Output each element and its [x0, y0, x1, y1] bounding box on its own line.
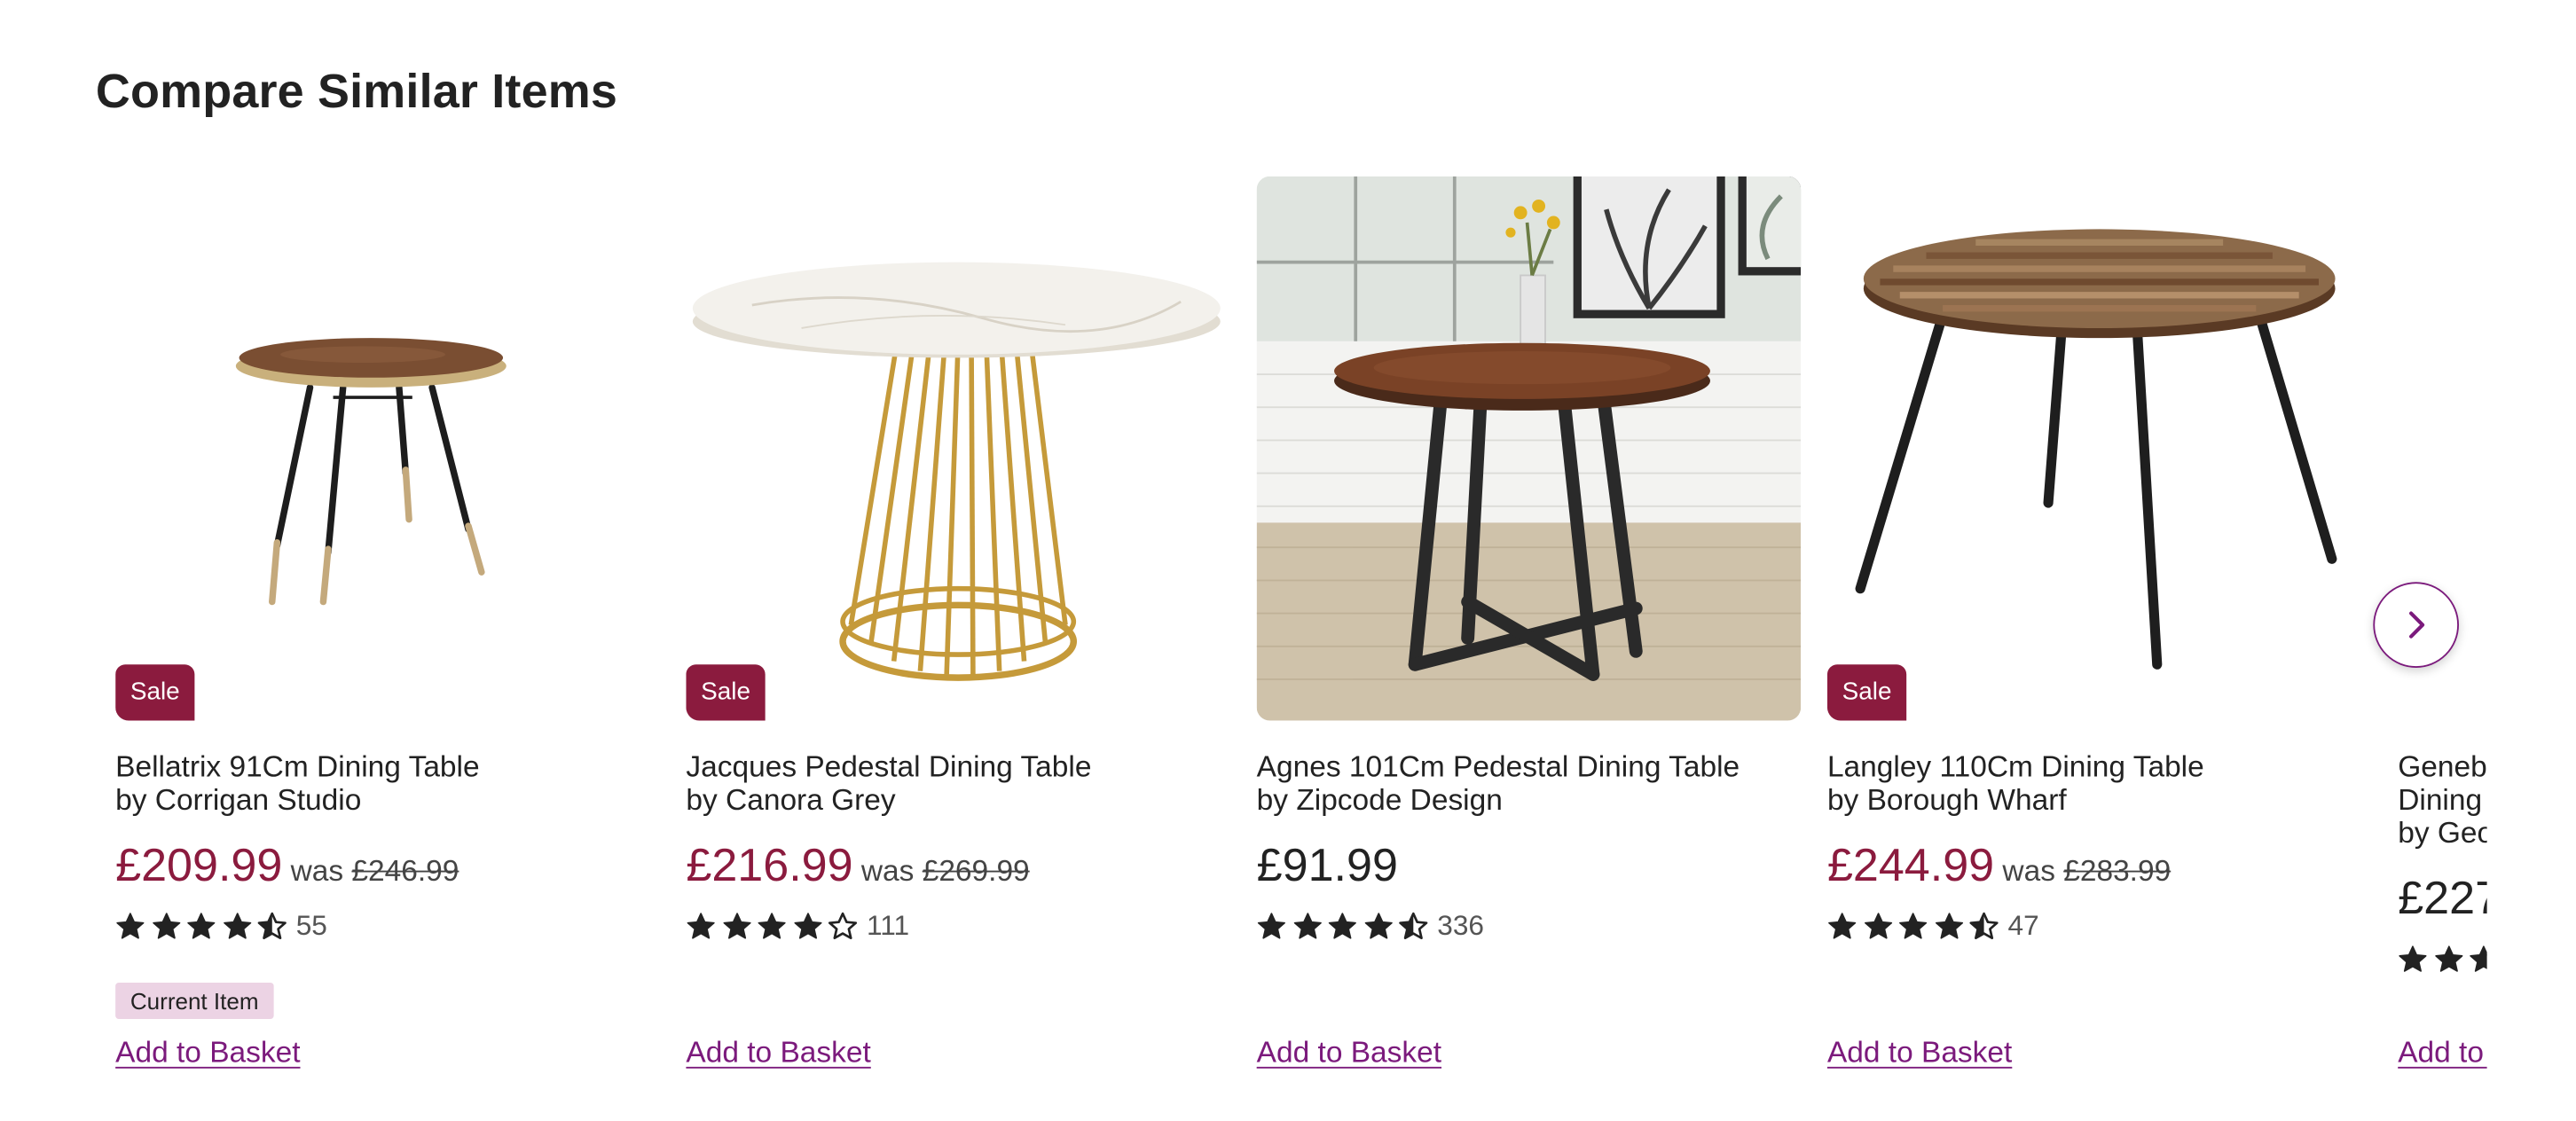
star-half-icon [1969, 912, 1999, 940]
rating-row[interactable]: 111 [686, 908, 1230, 945]
was-label: was [860, 854, 915, 888]
star-empty-icon [828, 912, 858, 940]
rating-row[interactable]: 55 [115, 908, 660, 945]
star-full-icon [687, 913, 715, 939]
star-rating [2398, 945, 2487, 974]
product-brand[interactable]: by Geo [2398, 816, 2486, 849]
star-full-icon [758, 913, 786, 939]
product-image[interactable]: Sale [1826, 176, 2372, 721]
rating-row[interactable] [2398, 942, 2487, 978]
product-name[interactable]: Jacques Pedestal Dining Table [686, 750, 1230, 783]
price-row: £227 [2398, 872, 2486, 931]
room-scene-pedestal-table-image [1256, 176, 1802, 721]
star-full-icon [1257, 913, 1285, 939]
product-card[interactable]: Sale Jacques Pedestal Dining Table by Ca… [686, 176, 1230, 1069]
star-full-icon [722, 913, 750, 939]
add-to-basket-link[interactable]: Add to Basket [686, 1036, 870, 1070]
product-name[interactable]: Geneb [2398, 750, 2486, 783]
sale-badge: Sale [115, 664, 195, 721]
product-title[interactable]: Agnes 101Cm Pedestal Dining Table by Zip… [1257, 750, 1802, 823]
price-row: £216.99 was £269.99 [686, 839, 1230, 898]
product-name[interactable]: Langley 110Cm Dining Table [1827, 750, 2372, 783]
compare-similar-items-section: Compare Similar Items Sale Bellatrix 91C… [0, 0, 2576, 1121]
product-brand[interactable]: by Borough Wharf [1827, 783, 2372, 816]
star-full-icon [152, 913, 180, 939]
product-image[interactable] [1256, 176, 1802, 721]
star-full-icon [2434, 945, 2462, 972]
current-item-badge: Current Item [115, 983, 274, 1019]
sale-badge: Sale [686, 664, 766, 721]
review-count: 55 [295, 910, 327, 942]
chevron-right-icon [2409, 611, 2425, 639]
product-name[interactable]: Agnes 101Cm Pedestal Dining Table [1257, 750, 1802, 783]
was-label: was [290, 854, 344, 888]
product-brand[interactable]: by Zipcode Design [1257, 783, 1802, 816]
add-to-basket-link[interactable]: Add to Basket [1257, 1036, 1441, 1070]
product-card[interactable]: Geneb Dining by Geo £227 Add to Basket [2398, 176, 2487, 1069]
round-table-gold-rim-image [235, 338, 507, 606]
review-count: 47 [2007, 910, 2039, 942]
sale-price: £244.99 [1826, 839, 1995, 890]
star-half-icon [1399, 912, 1428, 940]
star-rating [1827, 912, 2005, 941]
star-full-icon [116, 913, 145, 939]
star-rating [115, 912, 293, 941]
price: £91.99 [1256, 839, 1398, 890]
product-image[interactable]: Sale [686, 176, 1230, 721]
sale-price: £216.99 [686, 839, 853, 890]
star-full-icon [2399, 945, 2427, 972]
carousel-next-button[interactable] [2373, 582, 2460, 668]
price-row: £91.99 [1257, 839, 1802, 898]
star-full-icon [187, 913, 216, 939]
product-image[interactable]: Sale [115, 176, 660, 721]
star-full-icon [1828, 913, 1857, 939]
product-title[interactable]: Geneb Dining by Geo [2398, 750, 2486, 856]
star-rating [1257, 912, 1434, 941]
product-carousel: Sale Bellatrix 91Cm Dining Table by Corr… [0, 0, 2487, 1121]
product-name[interactable]: Bellatrix 91Cm Dining Table [115, 750, 660, 783]
star-full-icon [1363, 913, 1392, 939]
add-to-basket-link[interactable]: Add to Basket [2398, 1036, 2486, 1070]
original-price: £269.99 [922, 854, 1030, 888]
star-full-icon [2470, 945, 2487, 972]
star-full-icon [793, 913, 821, 939]
star-full-icon [1899, 913, 1928, 939]
original-price: £283.99 [2063, 854, 2172, 888]
product-brand[interactable]: by Canora Grey [686, 783, 1230, 816]
product-card[interactable]: Agnes 101Cm Pedestal Dining Table by Zip… [1256, 176, 1802, 1069]
star-full-icon [1935, 913, 1963, 939]
sale-price: £209.99 [115, 839, 283, 890]
review-count: 111 [866, 910, 910, 942]
product-card[interactable]: Sale Bellatrix 91Cm Dining Table by Corr… [115, 176, 660, 1069]
sale-badge: Sale [1826, 664, 1907, 721]
product-card[interactable]: Sale Langley 110Cm Dining Table by Borou… [1826, 176, 2372, 1069]
star-rating [686, 912, 863, 941]
product-name-continued[interactable]: Dining [2398, 783, 2486, 816]
wooden-round-table-image [1855, 229, 2337, 670]
product-title[interactable]: Bellatrix 91Cm Dining Table by Corrigan … [115, 750, 660, 823]
review-count: 336 [1437, 910, 1485, 942]
price-row: £244.99 was £283.99 [1827, 839, 2372, 898]
add-to-basket-link[interactable]: Add to Basket [115, 1036, 300, 1070]
price: £227 [2398, 872, 2486, 924]
rating-row[interactable]: 47 [1827, 908, 2372, 945]
price-row: £209.99 was £246.99 [115, 839, 660, 898]
rating-row[interactable]: 336 [1257, 908, 1802, 945]
product-title[interactable]: Jacques Pedestal Dining Table by Canora … [686, 750, 1230, 823]
star-full-icon [1292, 913, 1321, 939]
marble-pedestal-table-image [692, 262, 1221, 681]
star-full-icon [1864, 913, 1892, 939]
star-full-icon [223, 913, 251, 939]
product-brand[interactable]: by Corrigan Studio [115, 783, 660, 816]
star-half-icon [257, 912, 287, 940]
add-to-basket-link[interactable]: Add to Basket [1827, 1036, 2012, 1070]
product-title[interactable]: Langley 110Cm Dining Table by Borough Wh… [1827, 750, 2372, 823]
original-price: £246.99 [351, 854, 459, 888]
star-full-icon [1328, 913, 1356, 939]
was-label: was [2002, 854, 2055, 888]
